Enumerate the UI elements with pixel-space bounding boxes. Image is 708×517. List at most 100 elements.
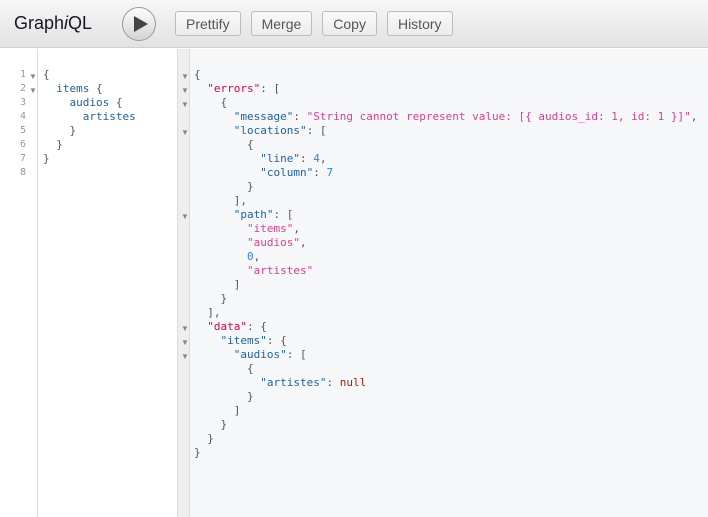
app-title: GraphiQL [14, 13, 122, 34]
code-token: : [326, 376, 340, 389]
code-token: : [ [286, 348, 307, 361]
code-line: "column": 7 [194, 166, 333, 180]
fold-arrow-icon[interactable]: ▼ [181, 72, 189, 81]
code-token: "items" [246, 222, 294, 235]
copy-button[interactable]: Copy [322, 11, 377, 36]
code-token: 0 [246, 250, 254, 263]
code-line: } [43, 138, 63, 152]
code-line: ], [194, 306, 221, 320]
query-editor[interactable]: { items { audios { artistes } }} [39, 49, 177, 517]
code-token: { [109, 96, 123, 109]
code-token: : [ [306, 124, 327, 137]
code-token: } [194, 180, 254, 193]
code-token: "line" [260, 152, 300, 165]
toolbar: GraphiQL Prettify Merge Copy History [0, 0, 708, 48]
history-button[interactable]: History [386, 11, 453, 36]
code-token: { [194, 96, 228, 109]
code-token: : [ [273, 208, 294, 221]
code-line: ] [194, 404, 241, 418]
fold-arrow-icon[interactable]: ▼ [181, 100, 189, 109]
code-token: ], [194, 306, 221, 319]
code-token: "column" [260, 166, 314, 179]
code-token: : [299, 152, 314, 165]
play-icon [133, 15, 148, 32]
fold-arrow-icon[interactable]: ▼ [181, 212, 189, 221]
code-token: , [299, 236, 307, 249]
fold-arrow-icon[interactable]: ▼ [29, 72, 37, 81]
code-token: "errors" [207, 82, 261, 95]
fold-arrow-icon[interactable]: ▼ [181, 324, 189, 333]
fold-arrow-icon[interactable]: ▼ [29, 86, 37, 95]
code-line: { [43, 68, 50, 82]
code-token: ] [194, 404, 241, 417]
code-token: { [89, 82, 103, 95]
code-line: } [194, 446, 201, 460]
result-viewer[interactable]: { "errors": [ { "message": "String canno… [190, 49, 708, 517]
code-token: : { [266, 334, 287, 347]
prettify-button[interactable]: Prettify [175, 11, 241, 36]
code-line: "items": { [194, 334, 287, 348]
code-line: ] [194, 278, 241, 292]
merge-button[interactable]: Merge [250, 11, 313, 36]
code-token: 7 [326, 166, 334, 179]
code-token: } [43, 138, 63, 151]
code-line: "artistes" [194, 264, 313, 278]
code-token: "locations" [233, 124, 307, 137]
code-token: , [293, 222, 300, 235]
code-token: "message" [233, 110, 294, 123]
code-token: } [194, 432, 214, 445]
fold-arrow-icon[interactable]: ▼ [181, 86, 189, 95]
code-token: "audios" [246, 236, 300, 249]
code-token: ], [194, 194, 247, 207]
code-line: "audios", [194, 236, 307, 250]
code-line: "locations": [ [194, 124, 327, 138]
code-token: , [690, 110, 698, 123]
code-token: } [43, 152, 50, 165]
code-token: null [339, 376, 367, 389]
line-number: 2 [19, 83, 26, 94]
code-token: "artistes" [260, 376, 327, 389]
code-token: "items" [220, 334, 267, 347]
code-line: "artistes": null [194, 376, 366, 390]
code-line: artistes [43, 110, 136, 124]
fold-arrow-icon[interactable]: ▼ [181, 352, 189, 361]
execute-button[interactable] [122, 6, 156, 41]
code-token: "artistes" [246, 264, 314, 277]
code-line: "errors": [ [194, 82, 280, 96]
code-token: { [194, 138, 254, 151]
code-token: { [194, 362, 254, 375]
fold-arrow-icon[interactable]: ▼ [181, 128, 189, 137]
code-line: } [194, 418, 227, 432]
code-line: { [194, 138, 254, 152]
code-token: 4 [313, 152, 320, 165]
code-token: "String cannot represent value: [{ audio… [306, 110, 691, 123]
code-token: ] [194, 278, 241, 291]
code-line: } [194, 292, 227, 306]
code-token: } [194, 446, 201, 459]
code-token: , [319, 152, 327, 165]
fold-arrow-icon[interactable]: ▼ [181, 338, 189, 347]
code-token: { [194, 68, 201, 81]
line-number: 1 [19, 69, 26, 80]
code-line: } [43, 152, 50, 166]
line-number: 4 [19, 111, 26, 122]
code-line: } [194, 180, 254, 194]
code-token: : [293, 110, 307, 123]
code-line: "data": { [194, 320, 267, 334]
code-token: } [194, 418, 228, 431]
title-part: Graph [14, 13, 65, 33]
code-token: , [253, 250, 261, 263]
code-token: artistes [82, 110, 136, 123]
code-line: 0, [194, 250, 260, 264]
code-line: { [194, 68, 201, 82]
